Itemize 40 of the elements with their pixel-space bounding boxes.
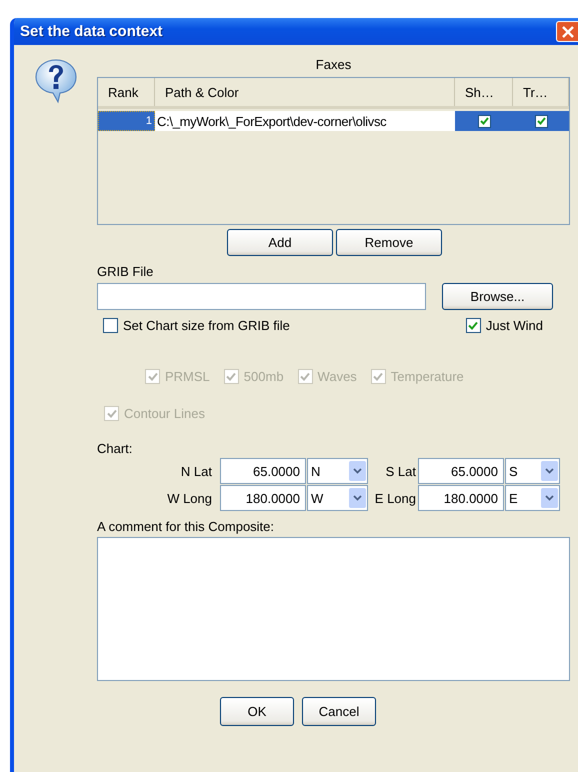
table-button[interactable]: Add (227, 229, 333, 256)
checkbox-label[interactable]: Just Wind (486, 318, 543, 333)
close-icon (560, 24, 574, 38)
hemisphere-dropdown[interactable]: E (505, 485, 560, 511)
comment-label: A comment for this Composite: (97, 519, 276, 534)
browse-button[interactable]: Browse... (442, 283, 553, 310)
path-cell: C:\_myWork\_ForExport\dev-corner\olivsc (155, 111, 455, 131)
hemisphere-dropdown[interactable]: N (307, 458, 368, 484)
checkbox[interactable] (103, 318, 118, 333)
question-icon (34, 58, 78, 104)
coordinate-label: S Lat (384, 462, 417, 480)
comment-field[interactable] (97, 537, 570, 681)
show-checkbox[interactable] (478, 114, 490, 128)
chart-label: Chart: (97, 441, 134, 456)
hemisphere-dropdown[interactable]: S (505, 458, 560, 484)
table-row[interactable]: 1 C:\_myWork\_ForExport\dev-corner\olivsc (98, 111, 569, 131)
rank-cell: 1 (98, 111, 155, 131)
coordinate-field[interactable]: 65.0000 (220, 458, 306, 484)
grib-file-field[interactable] (97, 283, 426, 310)
table-button[interactable]: Remove (336, 229, 442, 256)
close-button[interactable] (556, 21, 578, 42)
column-header[interactable]: Path & Color (155, 78, 455, 106)
transparent-checkbox[interactable] (534, 114, 548, 128)
checkbox-label[interactable]: Set Chart size from GRIB file (123, 318, 290, 333)
dialog-button[interactable]: Cancel (302, 697, 376, 726)
coordinate-label: W Long (166, 490, 213, 508)
hemisphere-dropdown[interactable]: W (307, 485, 368, 511)
coordinate-label: E Long (374, 490, 417, 508)
table-title: Faxes (314, 56, 352, 74)
column-header[interactable]: Rank (98, 78, 155, 106)
column-header[interactable]: Tr… (513, 78, 569, 106)
window-title: Set the data context (19, 23, 163, 40)
coordinate-field[interactable]: 180.0000 (220, 485, 306, 511)
coordinate-field[interactable]: 65.0000 (418, 458, 504, 484)
coordinate-label: N Lat (180, 462, 213, 480)
checkbox[interactable] (466, 318, 481, 333)
dialog-button[interactable]: OK (220, 697, 294, 726)
grib-label: GRIB File (97, 264, 154, 279)
coordinate-field[interactable]: 180.0000 (418, 485, 504, 511)
column-header[interactable]: Sh… (455, 78, 513, 106)
